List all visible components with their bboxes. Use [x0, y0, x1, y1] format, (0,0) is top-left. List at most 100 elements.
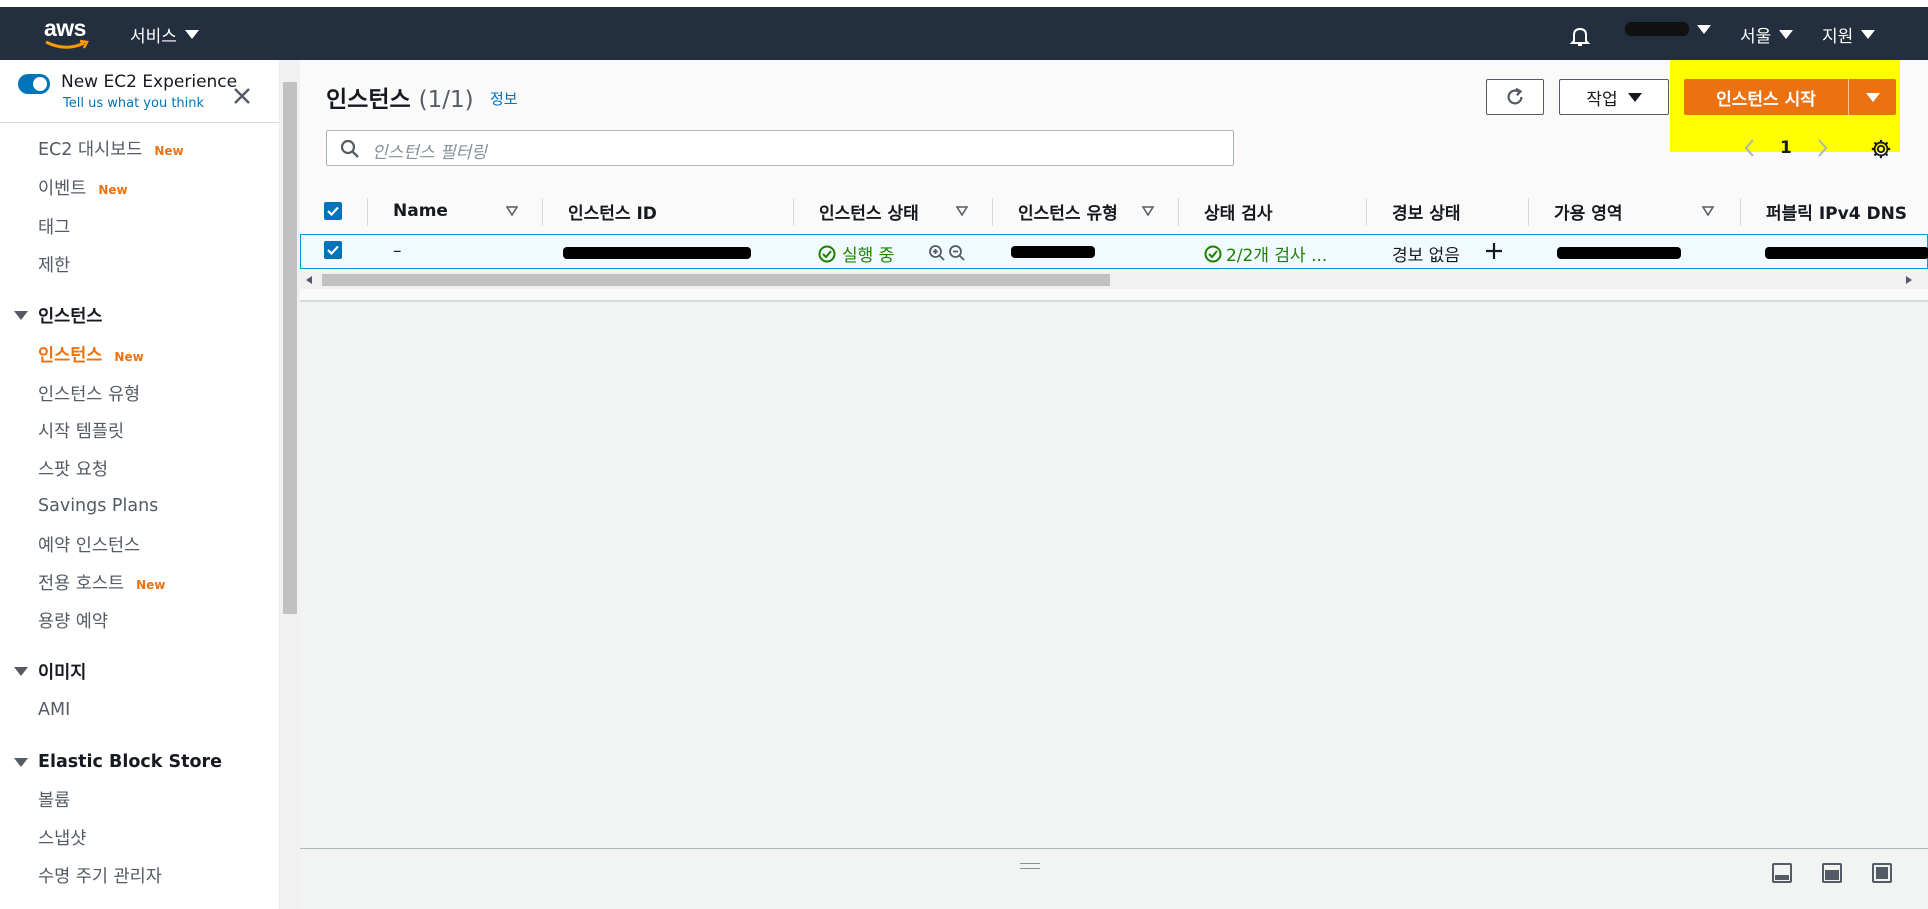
gear-icon[interactable]: [1870, 138, 1892, 160]
sidebar-scrollbar[interactable]: [280, 60, 300, 909]
row-instance-type: [1011, 246, 1095, 258]
table-row[interactable]: – 실행 중 2/2개 검사 ... 경보 없음: [300, 234, 1928, 269]
table-horizontal-scrollbar[interactable]: [300, 271, 1928, 289]
column-label: 가용 영역: [1554, 203, 1623, 224]
column-header-instance-type[interactable]: 인스턴스 유형: [1018, 188, 1118, 234]
feedback-link[interactable]: Tell us what you think: [63, 96, 204, 111]
sidebar-item-lifecycle-manager[interactable]: 수명 주기 관리자: [38, 863, 162, 888]
actions-button[interactable]: 작업: [1559, 79, 1669, 115]
page-number[interactable]: 1: [1780, 138, 1792, 158]
column-divider: [992, 198, 993, 226]
services-label: 서비스: [130, 27, 177, 47]
sidebar-item-tags[interactable]: 태그: [38, 214, 70, 239]
zoom-in-icon[interactable]: [928, 244, 946, 262]
button-divider: [1848, 79, 1849, 115]
column-header-instance-id[interactable]: 인스턴스 ID: [568, 188, 657, 234]
scroll-left-icon[interactable]: [306, 276, 312, 284]
scroll-right-icon[interactable]: [1906, 276, 1912, 284]
sort-icon[interactable]: [1702, 206, 1714, 216]
check-icon: [327, 206, 339, 216]
sidebar-item-label: 스팟 요청: [38, 460, 108, 480]
instance-count: (1/1): [418, 87, 474, 113]
sidebar-item-spot-requests[interactable]: 스팟 요청: [38, 456, 108, 481]
column-header-public-dns[interactable]: 퍼블릭 IPv4 DNS: [1766, 188, 1907, 234]
region-menu[interactable]: 서울: [1740, 22, 1794, 47]
row-instance-id[interactable]: [563, 247, 751, 259]
notifications-button[interactable]: [1568, 24, 1592, 48]
sidebar-item-label: 수명 주기 관리자: [38, 867, 162, 887]
sort-icon[interactable]: [1142, 206, 1154, 216]
sidebar-section-ebs[interactable]: Elastic Block Store: [14, 752, 222, 772]
sidebar-item-events[interactable]: 이벤트 New: [38, 175, 128, 200]
sidebar-item-ami[interactable]: AMI: [38, 700, 70, 720]
sidebar-section-title: Elastic Block Store: [38, 752, 222, 772]
sidebar-section-images[interactable]: 이미지: [14, 659, 86, 684]
chevron-left-icon[interactable]: [1742, 138, 1758, 158]
sidebar-item-label: 인스턴스 유형: [38, 385, 141, 405]
column-label: 경보 상태: [1392, 203, 1461, 224]
checkbox-checked: [324, 202, 342, 220]
sidebar-scrollbar-thumb[interactable]: [283, 82, 297, 614]
new-badge: New: [154, 144, 184, 158]
sidebar-item-label: 태그: [38, 218, 71, 238]
new-experience-toggle[interactable]: [18, 74, 50, 94]
account-menu[interactable]: [1625, 22, 1711, 36]
instances-panel: 인스턴스 (1/1) 정보 작업 인스턴스 시작 인스턴스 필터링 1 Name…: [300, 60, 1928, 302]
close-icon[interactable]: [230, 84, 254, 108]
chevron-down-icon: [1865, 92, 1880, 102]
sidebar-item-label: Savings Plans: [38, 496, 159, 516]
sidebar-item-instances[interactable]: 인스턴스 New: [38, 342, 144, 367]
sidebar-item-savings-plans[interactable]: Savings Plans: [38, 496, 158, 516]
column-header-availability-zone[interactable]: 가용 영역: [1554, 188, 1622, 234]
plus-icon[interactable]: [1485, 242, 1503, 260]
zoom-out-icon[interactable]: [948, 244, 966, 262]
sidebar-section-instances[interactable]: 인스턴스: [14, 303, 102, 328]
sidebar-item-ec2-dashboard[interactable]: EC2 대시보드 New: [38, 136, 184, 161]
column-header-name[interactable]: Name: [393, 188, 448, 234]
support-menu[interactable]: 지원: [1822, 22, 1876, 47]
refresh-button[interactable]: [1486, 79, 1544, 115]
aws-logo[interactable]: aws: [44, 17, 90, 57]
instance-filter-input[interactable]: 인스턴스 필터링: [326, 130, 1234, 166]
row-public-dns[interactable]: [1765, 247, 1928, 259]
select-all-checkbox[interactable]: [324, 188, 342, 234]
sidebar-item-capacity-reservations[interactable]: 용량 예약: [38, 608, 108, 633]
sidebar-item-snapshots[interactable]: 스냅샷: [38, 825, 86, 850]
column-header-alarm-status[interactable]: 경보 상태: [1392, 188, 1460, 234]
row-instance-state: 실행 중: [818, 241, 894, 266]
sidebar-item-label: AMI: [38, 700, 71, 720]
sidebar-item-label: 볼륨: [38, 791, 71, 811]
sidebar: New EC2 Experience Tell us what you thin…: [0, 60, 280, 909]
chevron-down-icon: [184, 30, 199, 39]
top-navigation-bar: aws 서비스 서울 지원: [0, 0, 1928, 60]
chevron-down-icon: [1697, 24, 1711, 34]
split-panel-bottom-icon[interactable]: [1772, 863, 1792, 883]
split-panel-middle-icon[interactable]: [1822, 863, 1842, 883]
sidebar-item-limits[interactable]: 제한: [38, 252, 70, 277]
redacted-instance-type: [1011, 246, 1095, 258]
resize-handle[interactable]: [1020, 863, 1040, 869]
column-header-status-check[interactable]: 상태 검사: [1204, 188, 1272, 234]
column-header-instance-state[interactable]: 인스턴스 상태: [819, 188, 919, 234]
launch-instances-button[interactable]: 인스턴스 시작: [1684, 79, 1896, 115]
sidebar-item-label: 용량 예약: [38, 612, 108, 632]
info-link[interactable]: 정보: [490, 88, 518, 109]
sort-icon[interactable]: [956, 206, 968, 216]
split-panel-full-icon[interactable]: [1872, 863, 1892, 883]
sidebar-item-label: 시작 템플릿: [38, 422, 125, 442]
sidebar-item-reserved-instances[interactable]: 예약 인스턴스: [38, 532, 140, 557]
launch-dropdown-toggle[interactable]: [1849, 92, 1896, 102]
chevron-down-icon: [1627, 92, 1642, 102]
chevron-down-icon: [1861, 30, 1876, 39]
new-experience-title: New EC2 Experience: [61, 72, 238, 92]
row-checkbox[interactable]: [324, 241, 342, 259]
sidebar-item-launch-templates[interactable]: 시작 템플릿: [38, 418, 124, 443]
sidebar-item-dedicated-hosts[interactable]: 전용 호스트 New: [38, 570, 165, 595]
services-menu[interactable]: 서비스: [130, 22, 199, 47]
sidebar-item-volumes[interactable]: 볼륨: [38, 787, 70, 812]
row-status-check[interactable]: 2/2개 검사 ...: [1204, 241, 1327, 266]
scrollbar-thumb[interactable]: [322, 274, 1110, 286]
chevron-right-icon[interactable]: [1814, 138, 1830, 158]
sort-icon[interactable]: [506, 206, 518, 216]
sidebar-item-instance-types[interactable]: 인스턴스 유형: [38, 381, 140, 406]
